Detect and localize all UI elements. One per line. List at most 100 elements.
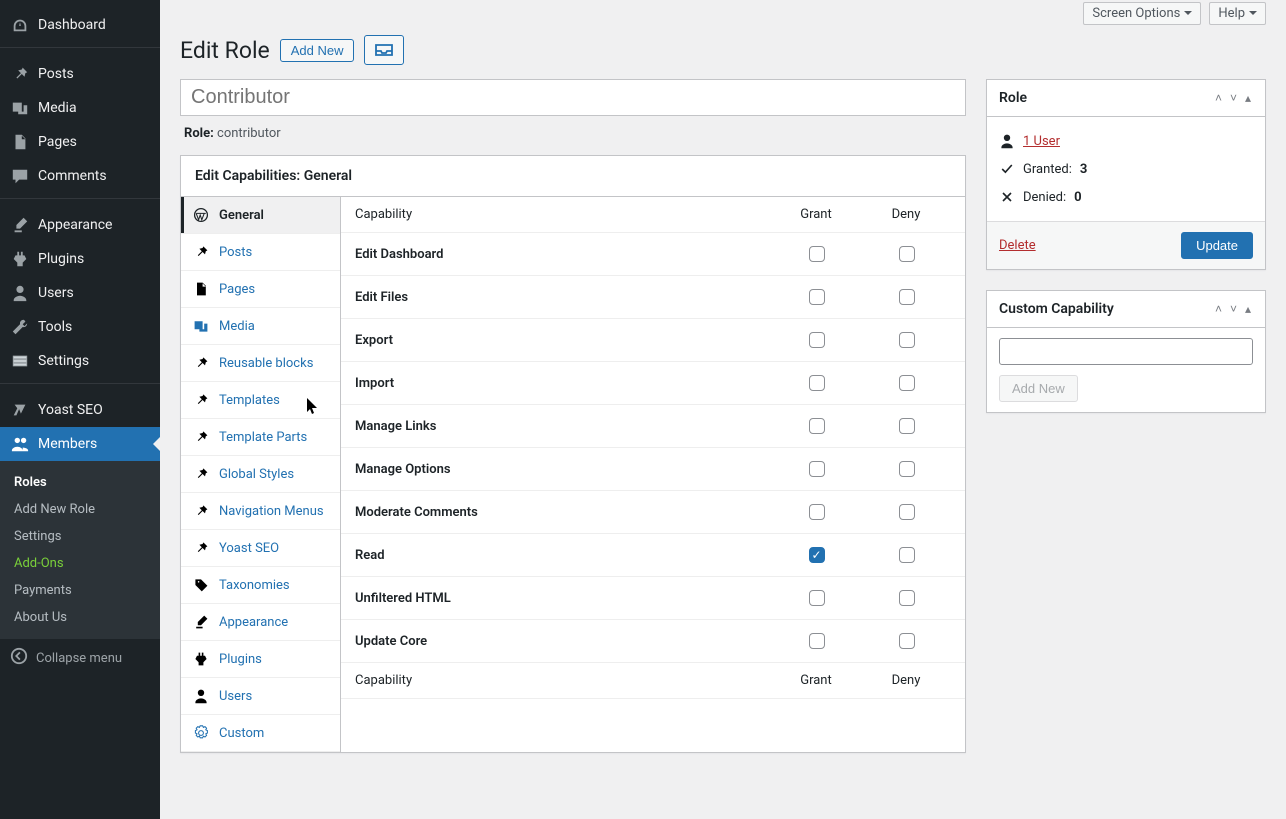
menu-comments[interactable]: Comments bbox=[0, 159, 160, 193]
menu-plugins[interactable]: Plugins bbox=[0, 242, 160, 276]
add-new-button[interactable]: Add New bbox=[280, 39, 355, 62]
gear-icon bbox=[193, 725, 211, 741]
user-icon bbox=[193, 688, 211, 704]
submenu-addons[interactable]: Add-Ons bbox=[0, 550, 160, 577]
check-icon bbox=[999, 161, 1015, 177]
tab-general[interactable]: General bbox=[181, 197, 340, 234]
menu-yoast[interactable]: Yoast SEO bbox=[0, 393, 160, 427]
grant-checkbox[interactable] bbox=[809, 332, 825, 348]
capabilities-header: Edit Capabilities: General bbox=[181, 156, 965, 197]
grant-checkbox[interactable] bbox=[809, 633, 825, 649]
deny-checkbox[interactable] bbox=[899, 461, 915, 477]
page-icon bbox=[193, 281, 211, 297]
inbox-button[interactable] bbox=[364, 35, 404, 65]
deny-checkbox[interactable] bbox=[899, 633, 915, 649]
tab-custom[interactable]: Custom bbox=[181, 715, 340, 752]
tab-navigation-menus[interactable]: Navigation Menus bbox=[181, 493, 340, 530]
grant-checkbox[interactable] bbox=[809, 289, 825, 305]
menu-plugins-label: Plugins bbox=[38, 251, 84, 267]
brush-icon bbox=[10, 215, 30, 235]
menu-settings-label: Settings bbox=[38, 353, 89, 369]
screen-options-button[interactable]: Screen Options bbox=[1083, 2, 1201, 25]
deny-checkbox[interactable] bbox=[899, 418, 915, 434]
submenu-roles[interactable]: Roles bbox=[0, 469, 160, 496]
deny-checkbox[interactable] bbox=[899, 289, 915, 305]
menu-pages[interactable]: Pages bbox=[0, 125, 160, 159]
grant-checkbox[interactable] bbox=[809, 418, 825, 434]
delete-link[interactable]: Delete bbox=[999, 238, 1036, 253]
deny-checkbox[interactable] bbox=[899, 246, 915, 262]
menu-tools[interactable]: Tools bbox=[0, 310, 160, 344]
role-name-input[interactable] bbox=[180, 79, 966, 116]
chevron-down-icon[interactable]: ˅ bbox=[1228, 302, 1239, 316]
capability-table: Capability Grant Deny Edit DashboardEdit… bbox=[341, 197, 965, 752]
tab-templates[interactable]: Templates bbox=[181, 382, 340, 419]
table-header: Capability Grant Deny bbox=[341, 197, 965, 233]
tab-label: Appearance bbox=[219, 615, 288, 630]
tab-yoast-seo[interactable]: Yoast SEO bbox=[181, 530, 340, 567]
collapse-menu[interactable]: Collapse menu bbox=[0, 639, 160, 677]
table-row: Export bbox=[341, 319, 965, 362]
pin-icon bbox=[193, 244, 211, 260]
tab-users[interactable]: Users bbox=[181, 678, 340, 715]
capability-name: Edit Files bbox=[355, 290, 771, 305]
caps-title-prefix: Edit Capabilities: bbox=[195, 168, 304, 184]
tab-global-styles[interactable]: Global Styles bbox=[181, 456, 340, 493]
grant-checkbox[interactable] bbox=[809, 504, 825, 520]
table-row: Update Core bbox=[341, 620, 965, 663]
deny-checkbox[interactable] bbox=[899, 332, 915, 348]
menu-media[interactable]: Media bbox=[0, 91, 160, 125]
menu-appearance-label: Appearance bbox=[38, 217, 112, 233]
help-button[interactable]: Help bbox=[1209, 2, 1266, 25]
col-capability: Capability bbox=[355, 207, 771, 222]
tab-plugins[interactable]: Plugins bbox=[181, 641, 340, 678]
chevron-up-icon[interactable]: ˄ bbox=[1213, 91, 1224, 105]
wp-icon bbox=[193, 207, 211, 223]
dashboard-icon bbox=[10, 15, 30, 35]
add-new-capability-button[interactable]: Add New bbox=[999, 375, 1078, 402]
tab-appearance[interactable]: Appearance bbox=[181, 604, 340, 641]
submenu-add-new-role[interactable]: Add New Role bbox=[0, 496, 160, 523]
deny-checkbox[interactable] bbox=[899, 590, 915, 606]
col-grant-footer: Grant bbox=[771, 673, 861, 688]
caret-up-icon[interactable]: ▴ bbox=[1243, 91, 1253, 105]
tab-taxonomies[interactable]: Taxonomies bbox=[181, 567, 340, 604]
tab-label: Users bbox=[219, 689, 252, 704]
grant-checkbox[interactable] bbox=[809, 246, 825, 262]
submenu-about[interactable]: About Us bbox=[0, 604, 160, 631]
tab-posts[interactable]: Posts bbox=[181, 234, 340, 271]
chevron-down-icon[interactable]: ˅ bbox=[1228, 91, 1239, 105]
menu-appearance[interactable]: Appearance bbox=[0, 208, 160, 242]
deny-checkbox[interactable] bbox=[899, 504, 915, 520]
grant-checkbox[interactable] bbox=[809, 547, 825, 563]
chevron-up-icon[interactable]: ˄ bbox=[1213, 302, 1224, 316]
page-icon bbox=[10, 132, 30, 152]
menu-settings[interactable]: Settings bbox=[0, 344, 160, 378]
deny-checkbox[interactable] bbox=[899, 547, 915, 563]
col-capability-footer: Capability bbox=[355, 673, 771, 688]
tab-label: Taxonomies bbox=[219, 578, 290, 593]
admin-sidebar: Dashboard Posts Media Pages Comments App… bbox=[0, 0, 160, 819]
deny-checkbox[interactable] bbox=[899, 375, 915, 391]
submenu-settings[interactable]: Settings bbox=[0, 523, 160, 550]
custom-capability-input[interactable] bbox=[999, 338, 1253, 365]
grant-checkbox[interactable] bbox=[809, 590, 825, 606]
submenu-payments[interactable]: Payments bbox=[0, 577, 160, 604]
menu-users[interactable]: Users bbox=[0, 276, 160, 310]
tab-template-parts[interactable]: Template Parts bbox=[181, 419, 340, 456]
tab-label: Reusable blocks bbox=[219, 356, 313, 371]
tab-media[interactable]: Media bbox=[181, 308, 340, 345]
pin-icon bbox=[193, 429, 211, 445]
users-link[interactable]: 1 User bbox=[1023, 134, 1060, 149]
update-button[interactable]: Update bbox=[1181, 232, 1253, 259]
grant-checkbox[interactable] bbox=[809, 375, 825, 391]
menu-posts[interactable]: Posts bbox=[0, 57, 160, 91]
tab-pages[interactable]: Pages bbox=[181, 271, 340, 308]
caret-up-icon[interactable]: ▴ bbox=[1243, 302, 1253, 316]
menu-dashboard[interactable]: Dashboard bbox=[0, 8, 160, 42]
tab-label: Navigation Menus bbox=[219, 504, 324, 519]
grant-checkbox[interactable] bbox=[809, 461, 825, 477]
menu-members[interactable]: Members bbox=[0, 427, 160, 461]
tab-label: General bbox=[219, 208, 264, 223]
tab-reusable-blocks[interactable]: Reusable blocks bbox=[181, 345, 340, 382]
